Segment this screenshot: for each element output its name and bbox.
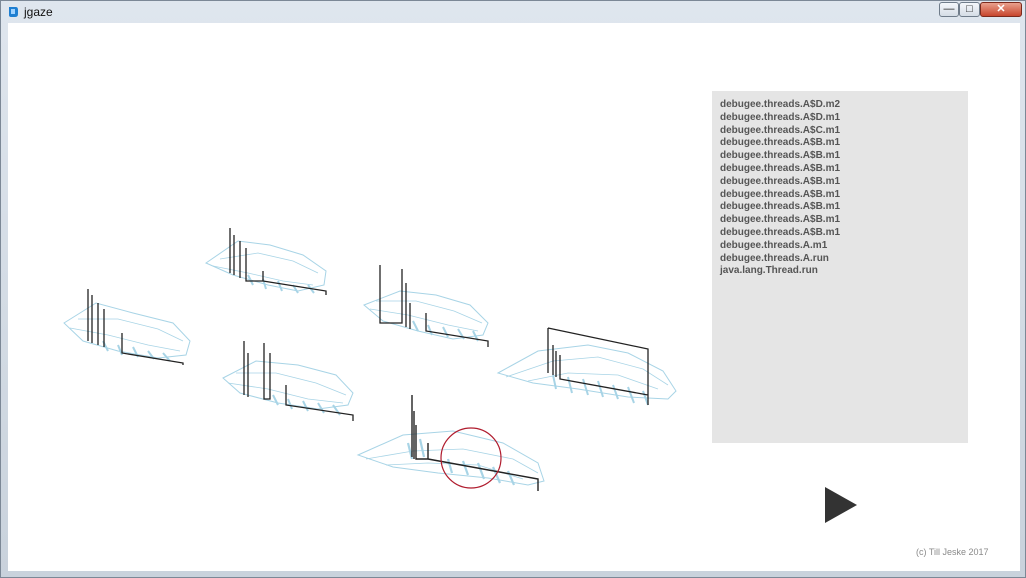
terrain-cluster-5[interactable] [496,327,677,406]
terrain-cluster-3[interactable] [363,265,489,347]
stack-frame: debugee.threads.A$D.m2 [720,99,841,110]
terrain-cluster-2[interactable] [63,289,191,365]
copyright-label: (c) Till Jeske 2017 [916,547,989,557]
stack-landscape-visualization [63,228,677,491]
stack-frame: debugee.threads.A$B.m1 [720,201,841,213]
stack-frame: debugee.threads.A.run [720,252,829,264]
stack-frame: debugee.threads.A$B.m1 [720,150,841,162]
window-title: jgaze [24,5,53,19]
minimize-button[interactable]: — [939,2,959,17]
gaze-focus-circle [440,427,502,489]
stack-frame: debugee.threads.A$C.m1 [720,124,841,136]
app-window: jgaze — □ ✕ debugee.threads.A$D.m2 debug… [0,0,1026,578]
terrain-cluster-1[interactable] [204,228,327,295]
stack-frame: debugee.threads.A$B.m1 [720,137,841,149]
maximize-button[interactable]: □ [959,2,980,17]
stack-frame: debugee.threads.A$B.m1 [720,226,841,238]
stack-frame: debugee.threads.A$B.m1 [720,162,841,174]
terrain-cluster-6[interactable] [356,395,545,491]
app-icon [9,7,18,17]
minimize-icon: — [943,3,955,15]
canvas-area: debugee.threads.A$D.m2 debugee.threads.A… [8,23,1020,571]
stack-frame: java.lang.Thread.run [720,265,818,277]
stack-frame: debugee.threads.A$B.m1 [720,188,841,200]
stack-frame: debugee.threads.A.m1 [720,239,828,251]
play-button[interactable] [823,486,859,524]
maximize-icon: □ [966,3,973,15]
stack-frame: debugee.threads.A$D.m1 [720,111,841,123]
close-icon: ✕ [996,3,1006,15]
stack-frame: debugee.threads.A$B.m1 [720,175,841,187]
title-bar[interactable]: jgaze — □ ✕ [1,1,1025,23]
stack-trace-panel: debugee.threads.A$D.m2 debugee.threads.A… [712,91,968,443]
stack-frame-list: debugee.threads.A$D.m2 debugee.threads.A… [720,99,840,278]
close-button[interactable]: ✕ [980,2,1022,17]
play-icon [825,487,857,523]
stack-frame: debugee.threads.A$B.m1 [720,214,841,226]
terrain-cluster-4[interactable] [222,341,354,421]
